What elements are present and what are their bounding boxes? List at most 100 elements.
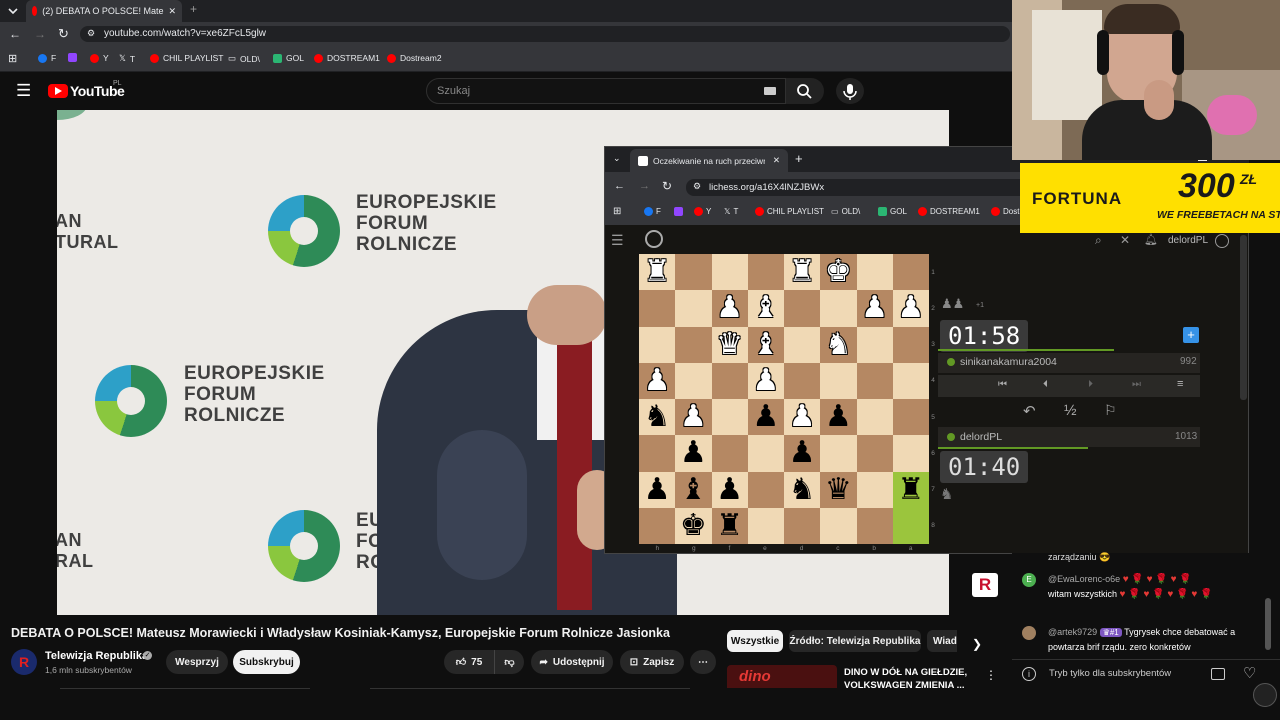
board-square[interactable]: ♜ — [892, 471, 929, 508]
board-square[interactable]: ♞ — [784, 471, 821, 508]
site-info-icon[interactable]: ⚙ — [693, 181, 701, 192]
back-icon[interactable]: ← — [9, 27, 21, 41]
save-button[interactable]: ⊡ Zapisz — [620, 650, 684, 674]
black-knight-piece[interactable]: ♞ — [644, 402, 671, 432]
board-square[interactable] — [892, 326, 929, 363]
board-square[interactable] — [711, 435, 748, 472]
heart-icon[interactable]: ♡ — [1243, 664, 1256, 682]
next-move-icon[interactable]: ⏵ — [1088, 379, 1093, 390]
board-square[interactable]: ♟ — [747, 399, 784, 436]
hamburger-menu-icon[interactable]: ☰ — [611, 232, 624, 249]
black-pawn-piece[interactable]: ♟ — [716, 474, 743, 505]
board-square[interactable] — [856, 362, 893, 399]
search-button[interactable] — [786, 78, 824, 104]
chip-source[interactable]: Źródło: Telewizja Republika — [789, 630, 921, 652]
board-square[interactable]: ♟ — [675, 435, 712, 472]
takeback-icon[interactable]: ↶ — [1023, 402, 1036, 420]
board-square[interactable] — [675, 326, 712, 363]
like-button[interactable]: 👍︎ 75 — [444, 650, 494, 674]
white-rook-piece[interactable]: ♜ — [644, 257, 671, 287]
chat-author[interactable]: @EwaLorenc-o6e — [1048, 574, 1120, 584]
user-icon[interactable] — [1215, 234, 1229, 248]
board-square[interactable] — [639, 290, 676, 327]
tab-search-icon[interactable]: ⌄ — [613, 153, 621, 164]
board-square[interactable] — [892, 362, 929, 399]
board-square[interactable]: ♝ — [675, 471, 712, 508]
browser-tab-youtube[interactable]: (2) DEBATA O POLSCE! Mate ✕ — [26, 0, 182, 22]
white-bishop-piece[interactable]: ♝ — [752, 293, 779, 323]
board-square[interactable]: ♜ — [784, 254, 821, 291]
board-square[interactable] — [856, 326, 893, 363]
channel-avatar[interactable]: R — [11, 649, 37, 675]
chip-news[interactable]: Wiad — [927, 630, 957, 652]
keyboard-icon[interactable] — [764, 87, 776, 95]
board-square[interactable] — [820, 290, 857, 327]
board-square[interactable] — [784, 326, 821, 363]
board-square[interactable] — [711, 362, 748, 399]
swords-icon[interactable]: ✕ — [1120, 233, 1130, 247]
board-square[interactable] — [747, 471, 784, 508]
bookmark-y[interactable]: Y — [90, 53, 109, 63]
white-bishop-piece[interactable]: ♝ — [752, 329, 779, 360]
board-square[interactable]: ♟ — [675, 399, 712, 436]
add-time-button[interactable]: + — [1183, 327, 1199, 343]
bookmark-chil[interactable]: CHIL PLAYLIST — [755, 207, 824, 216]
board-square[interactable]: ♜ — [711, 507, 748, 544]
white-knight-piece[interactable]: ♞ — [825, 329, 852, 360]
board-square[interactable] — [747, 254, 784, 291]
board-square[interactable] — [675, 254, 712, 291]
black-pawn-piece[interactable]: ♟ — [789, 438, 816, 468]
white-rook-piece[interactable]: ♜ — [789, 257, 816, 287]
board-square[interactable]: ♟ — [784, 435, 821, 472]
white-pawn-piece[interactable]: ♟ — [716, 293, 743, 323]
close-icon[interactable]: ✕ — [773, 155, 780, 166]
apps-icon[interactable]: ⊞ — [613, 206, 621, 217]
more-vert-icon[interactable]: ⋮ — [985, 668, 997, 682]
chevron-right-icon[interactable]: ❯ — [972, 637, 982, 651]
dislike-button[interactable]: 👎︎ — [494, 650, 524, 674]
black-rook-piece[interactable]: ♜ — [897, 474, 924, 505]
board-square[interactable]: ♝ — [747, 326, 784, 363]
bookmark-dostream1[interactable]: DOSTREAM1 — [314, 53, 380, 63]
bookmark-gol[interactable]: GOL — [273, 53, 304, 63]
board-square[interactable] — [856, 435, 893, 472]
board-square[interactable] — [747, 507, 784, 544]
black-rook-piece[interactable]: ♜ — [716, 510, 743, 541]
bookmark-dost[interactable]: Dost — [991, 207, 1019, 216]
bookmark-old[interactable]: ▭ OLD\ — [831, 207, 860, 216]
board-square[interactable] — [892, 507, 929, 544]
bookmark-dostream1[interactable]: DOSTREAM1 — [918, 207, 980, 216]
bookmark-twitch[interactable] — [674, 207, 683, 216]
more-actions-button[interactable]: ⋯ — [690, 650, 716, 674]
bookmark-f[interactable]: F — [38, 53, 56, 63]
black-knight-piece[interactable]: ♞ — [789, 474, 816, 505]
board-square[interactable]: ♟ — [892, 290, 929, 327]
bookmark-dostream2[interactable]: Dostream2 — [387, 53, 442, 63]
chip-all[interactable]: Wszystkie — [727, 630, 783, 652]
bookmark-t[interactable]: 𝕏T — [119, 53, 135, 64]
close-icon[interactable]: ✕ — [168, 6, 176, 17]
white-pawn-piece[interactable]: ♟ — [789, 402, 816, 432]
channel-name[interactable]: Telewizja Republika — [45, 650, 148, 662]
board-square[interactable] — [820, 435, 857, 472]
lichess-logo-icon[interactable] — [645, 230, 663, 248]
new-tab-icon[interactable]: + — [190, 2, 197, 16]
board-square[interactable] — [747, 435, 784, 472]
black-king-piece[interactable]: ♚ — [680, 510, 707, 541]
white-pawn-piece[interactable]: ♟ — [861, 293, 888, 323]
bookmark-twitch[interactable] — [68, 53, 77, 62]
prev-move-icon[interactable]: ⏴ — [1043, 379, 1048, 390]
white-pawn-piece[interactable]: ♟ — [644, 365, 671, 396]
board-square[interactable]: ♟ — [711, 290, 748, 327]
scrollbar[interactable] — [1240, 235, 1247, 400]
board-square[interactable] — [856, 399, 893, 436]
board-square[interactable]: ♟ — [820, 399, 857, 436]
board-square[interactable]: ♝ — [747, 290, 784, 327]
reload-icon[interactable]: ↻ — [662, 179, 672, 193]
address-bar[interactable]: youtube.com/watch?v=xe6ZFcL5glw — [80, 26, 1010, 42]
board-square[interactable] — [711, 254, 748, 291]
board-square[interactable] — [639, 326, 676, 363]
board-square[interactable]: ♛ — [711, 326, 748, 363]
board-square[interactable] — [820, 362, 857, 399]
board-square[interactable]: ♜ — [639, 254, 676, 291]
